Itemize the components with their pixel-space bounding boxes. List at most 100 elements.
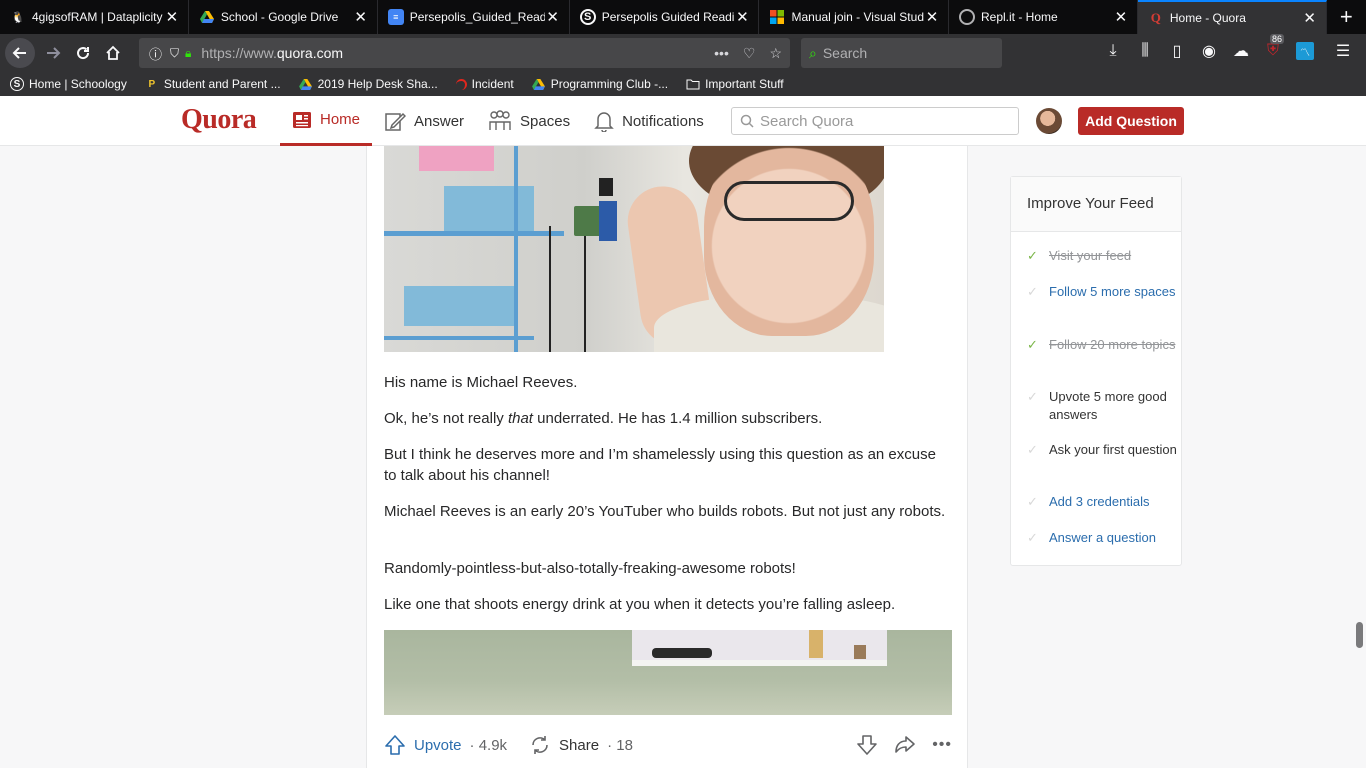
upvote-button[interactable]: Upvote · 4.9k (384, 735, 507, 755)
pocket-icon[interactable]: ♡ (743, 45, 756, 62)
answer-paragraph: His name is Michael Reeves. (384, 374, 578, 391)
bookmark-student-parent[interactable]: P Student and Parent ... (145, 77, 281, 91)
tab-dataplicity[interactable]: 🐧 4gigsofRAM | Dataplicity ✕ (0, 0, 189, 34)
close-icon[interactable]: ✕ (164, 8, 180, 26)
share-count: · 18 (607, 736, 633, 754)
home-feed-icon (293, 111, 311, 128)
check-icon: ✓ (1027, 494, 1038, 509)
upvote-label: Upvote (414, 736, 462, 754)
home-icon (106, 45, 120, 60)
close-icon[interactable]: ✕ (1113, 8, 1129, 26)
bookmark-label: Incident (471, 77, 514, 91)
tab-title: 4gigsofRAM | Dataplicity (32, 10, 163, 24)
feed-task-follow-topics: ✓ Follow 20 more topics (1027, 336, 1177, 354)
bookmark-label: Programming Club -... (550, 77, 669, 91)
check-icon: ✓ (1027, 284, 1038, 299)
tab-schoology[interactable]: S Persepolis Guided Readi ✕ (570, 0, 760, 34)
download-icon[interactable]: ⤓ (1104, 42, 1122, 60)
close-icon[interactable]: ✕ (545, 8, 561, 26)
tab-replit[interactable]: Repl.it - Home ✕ (949, 0, 1138, 34)
bookmark-label: Student and Parent ... (163, 77, 281, 91)
sidebar-icon[interactable]: ▯ (1168, 42, 1186, 60)
p-icon: P (148, 78, 156, 90)
tab-docs[interactable]: ≡ Persepolis_Guided_Readi ✕ (378, 0, 570, 34)
microsoft-icon (769, 9, 785, 25)
more-options-icon[interactable]: ••• (932, 736, 952, 754)
bookmark-incident[interactable]: Incident (455, 77, 514, 91)
close-icon[interactable]: ✕ (1302, 9, 1318, 27)
close-icon[interactable]: ✕ (734, 8, 750, 26)
url-text[interactable]: https://www.quora.com (201, 45, 343, 61)
feed-task-label: Add 3 credentials (1049, 494, 1150, 509)
new-tab-button[interactable]: + (1327, 0, 1366, 34)
account-icon[interactable]: ◉ (1200, 42, 1218, 60)
avatar[interactable] (1036, 108, 1062, 134)
schoology-icon: S (10, 77, 24, 91)
nav-answer[interactable]: Answer (372, 96, 476, 146)
share-button[interactable]: Share · 18 (529, 735, 633, 755)
bookmark-help-desk[interactable]: 2019 Help Desk Sha... (299, 77, 438, 91)
nav-home-label: Home (320, 111, 361, 128)
feed-task-add-credentials[interactable]: ✓ Add 3 credentials (1027, 493, 1177, 511)
tab-visual-studio[interactable]: Manual join - Visual Stud ✕ (759, 0, 949, 34)
bookmark-schoology[interactable]: S Home | Schoology (10, 77, 127, 91)
menu-icon[interactable]: ☰ (1334, 42, 1352, 60)
ublock-icon[interactable]: ⛨ 86 (1264, 34, 1285, 60)
drive-icon (299, 77, 313, 91)
search-placeholder: Search (822, 45, 868, 61)
answer-image-michael-reeves (384, 146, 884, 352)
more-actions-icon[interactable]: ••• (714, 45, 729, 62)
forward-button[interactable] (38, 38, 68, 68)
bookmark-important-stuff[interactable]: Important Stuff (686, 77, 784, 91)
home-button[interactable] (98, 38, 128, 68)
answer-card: His name is Michael Reeves. Ok, he’s not… (366, 146, 968, 768)
search-icon (740, 114, 754, 128)
feed-task-label: Upvote 5 more good answers (1049, 389, 1167, 422)
spaces-icon (489, 110, 511, 130)
quora-search-input[interactable]: Search Quora (731, 107, 1019, 135)
tab-title: Manual join - Visual Stud (791, 10, 924, 24)
feed-task-ask-question: ✓ Ask your first question (1027, 441, 1177, 459)
share-arrow-icon[interactable] (894, 735, 916, 755)
page-scrollbar-thumb[interactable] (1356, 622, 1363, 648)
tab-title: Home - Quora (1169, 11, 1246, 25)
feed-task-label: Ask your first question (1049, 442, 1177, 457)
nav-spaces[interactable]: Spaces (476, 96, 582, 146)
quora-icon: Q (1150, 10, 1161, 25)
downvote-arrow-icon[interactable] (856, 735, 878, 755)
tab-google-drive[interactable]: School - Google Drive ✕ (189, 0, 378, 34)
browser-search-box[interactable]: ⌕ Search (801, 38, 1002, 68)
nav-spaces-label: Spaces (520, 112, 571, 130)
browser-tab-bar: 🐧 4gigsofRAM | Dataplicity ✕ School - Go… (0, 0, 1366, 34)
info-icon[interactable]: ⓘ (149, 44, 162, 63)
answer-paragraph: Like one that shoots energy drink at you… (384, 596, 896, 613)
incognito-icon[interactable]: ☁ (1232, 42, 1250, 60)
library-icon[interactable]: ⫼ (1136, 42, 1154, 60)
address-bar[interactable]: ⓘ ⛉ 🔒︎ https://www.quora.com ••• ♡ ☆ (139, 38, 790, 68)
nav-home[interactable]: Home (280, 96, 373, 146)
bookmark-programming-club[interactable]: Programming Club -... (532, 77, 668, 91)
extension-chart-icon[interactable]: 〽 (1296, 42, 1314, 60)
answer-action-bar: Upvote · 4.9k Share · 18 ••• (384, 732, 952, 758)
close-icon[interactable]: ✕ (353, 8, 369, 26)
bookmark-star-icon[interactable]: ☆ (769, 45, 782, 62)
nav-notifications[interactable]: Notifications (582, 96, 716, 146)
add-question-button[interactable]: Add Question (1078, 107, 1184, 135)
share-cycle-icon (532, 736, 548, 754)
search-placeholder: Search Quora (760, 112, 854, 130)
docs-icon: ≡ (387, 9, 404, 25)
quora-logo[interactable]: Quora (181, 104, 257, 136)
feed-task-follow-spaces[interactable]: ✓ Follow 5 more spaces (1027, 283, 1177, 301)
reload-button[interactable] (68, 38, 98, 68)
upvote-count: · 4.9k (469, 736, 508, 754)
close-icon[interactable]: ✕ (924, 8, 940, 26)
schoology-icon: S (579, 9, 596, 25)
check-icon: ✓ (1027, 389, 1038, 404)
feed-task-answer-question[interactable]: ✓ Answer a question (1027, 529, 1177, 547)
bookmark-label: 2019 Help Desk Sha... (317, 77, 438, 91)
shield-icon[interactable]: ⛉ (170, 46, 179, 61)
quora-nav: Home Answer Spaces Notifications (280, 96, 716, 146)
feed-task-label: Follow 5 more spaces (1049, 284, 1176, 299)
tab-quora[interactable]: Q Home - Quora ✕ (1137, 0, 1327, 34)
back-button[interactable] (5, 38, 35, 68)
